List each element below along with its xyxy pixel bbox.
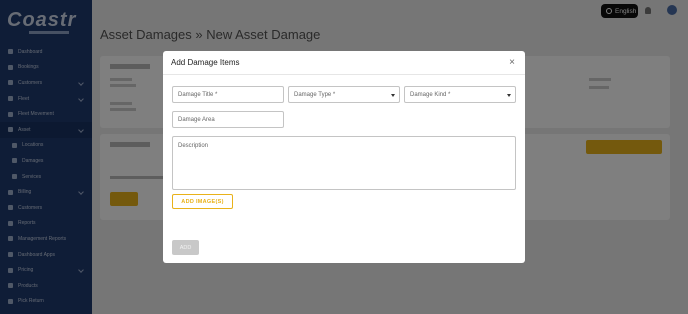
- damage-kind-placeholder: Damage Kind *: [410, 92, 451, 98]
- damage-kind-select[interactable]: Damage Kind *: [404, 86, 516, 103]
- damage-area-field[interactable]: Damage Area: [172, 111, 284, 128]
- damage-type-select[interactable]: Damage Type *: [288, 86, 400, 103]
- app-root: Coastr Dashboard Bookings Customers Flee…: [0, 0, 688, 314]
- caret-down-icon: [507, 94, 511, 97]
- damage-area-placeholder: Damage Area: [178, 117, 215, 123]
- add-damage-items-modal: Add Damage Items × Damage Title * Damage…: [163, 51, 525, 263]
- close-icon[interactable]: ×: [507, 58, 517, 68]
- damage-title-field[interactable]: Damage Title *: [172, 86, 284, 103]
- add-button[interactable]: ADD: [172, 240, 199, 255]
- add-images-button[interactable]: ADD IMAGE(S): [172, 194, 233, 209]
- damage-title-placeholder: Damage Title *: [178, 92, 218, 98]
- description-field[interactable]: Description: [172, 136, 516, 190]
- caret-down-icon: [391, 94, 395, 97]
- damage-type-placeholder: Damage Type *: [294, 92, 336, 98]
- description-placeholder: Description: [178, 143, 209, 149]
- modal-title: Add Damage Items: [171, 58, 240, 67]
- modal-header: Add Damage Items ×: [163, 51, 525, 75]
